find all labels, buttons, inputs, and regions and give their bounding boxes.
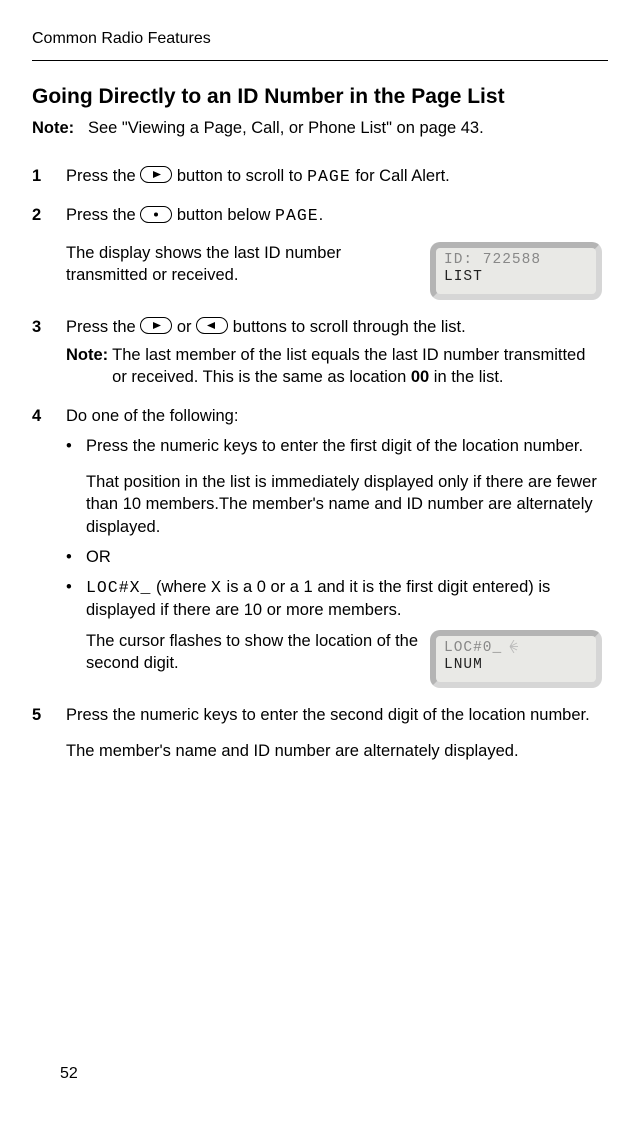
radio-display: ID: 722588 LIST bbox=[430, 242, 602, 300]
bullet-result: That position in the list is immediately… bbox=[86, 471, 602, 538]
step-text: Do one of the following: bbox=[66, 405, 602, 427]
top-note: Note: See "Viewing a Page, Call, or Phon… bbox=[32, 117, 608, 139]
step-text: button below bbox=[172, 206, 275, 224]
step-body: Press the numeric keys to enter the seco… bbox=[66, 696, 608, 771]
right-arrow-button-icon bbox=[140, 317, 172, 334]
step-text: or bbox=[172, 318, 196, 336]
bullet-text: (where bbox=[151, 578, 211, 596]
steps-table: 1 Press the button to scroll to PAGE for… bbox=[32, 157, 608, 770]
step-row: 1 Press the button to scroll to PAGE for… bbox=[32, 157, 608, 196]
display-line-2: LNUM bbox=[444, 657, 483, 673]
note-body: in the list. bbox=[429, 368, 503, 386]
running-header: Common Radio Features bbox=[32, 28, 608, 50]
step-text: for Call Alert. bbox=[351, 167, 450, 185]
note-label: Note: bbox=[66, 344, 108, 389]
step-text: Press the bbox=[66, 206, 140, 224]
bullet-text: OR bbox=[86, 546, 602, 568]
note-body: The last member of the list equals the l… bbox=[112, 346, 585, 386]
display-line-1: ID: 722588 bbox=[444, 252, 588, 269]
bullet-item: • LOC#X_ (where X is a 0 or a 1 and it i… bbox=[66, 576, 602, 688]
step-text: . bbox=[319, 206, 324, 224]
step-text: buttons to scroll through the list. bbox=[228, 318, 466, 336]
step-body: Press the or buttons to scroll through t… bbox=[66, 308, 608, 397]
page-number: 52 bbox=[60, 1063, 78, 1085]
note-bold: 00 bbox=[411, 368, 429, 386]
note-body: See "Viewing a Page, Call, or Phone List… bbox=[88, 119, 484, 137]
step-number: 3 bbox=[32, 308, 66, 397]
note-label: Note: bbox=[32, 119, 74, 137]
step-result: The display shows the last ID number tra… bbox=[66, 242, 418, 287]
bullet-dot-icon: • bbox=[66, 576, 76, 688]
code-text: PAGE bbox=[275, 206, 319, 225]
display-line-2: LIST bbox=[444, 269, 483, 285]
dot-button-icon bbox=[140, 206, 172, 223]
cursor-flash-icon bbox=[502, 640, 518, 653]
left-arrow-button-icon bbox=[196, 317, 228, 334]
bullet-text: Press the numeric keys to enter the firs… bbox=[86, 435, 602, 457]
bullet-dot-icon: • bbox=[66, 435, 76, 538]
step-row: 5 Press the numeric keys to enter the se… bbox=[32, 696, 608, 771]
code-text: PAGE bbox=[307, 167, 351, 186]
bullet-dot-icon: • bbox=[66, 546, 76, 568]
bullet-item: • OR bbox=[66, 546, 602, 568]
step-result: The member's name and ID number are alte… bbox=[66, 740, 602, 762]
step-body: Press the button below PAGE. The display… bbox=[66, 196, 608, 307]
display-line-1: LOC#0_ bbox=[444, 640, 502, 656]
step-text: button to scroll to bbox=[172, 167, 307, 185]
step-row: 2 Press the button below PAGE. The displ… bbox=[32, 196, 608, 307]
right-arrow-button-icon bbox=[140, 166, 172, 183]
step-text: Press the numeric keys to enter the seco… bbox=[66, 704, 602, 726]
bullet-result: The cursor flashes to show the location … bbox=[86, 630, 418, 675]
bullet-item: • Press the numeric keys to enter the fi… bbox=[66, 435, 602, 538]
step-number: 5 bbox=[32, 696, 66, 771]
step-row: 3 Press the or buttons to scroll through… bbox=[32, 308, 608, 397]
step-number: 1 bbox=[32, 157, 66, 196]
code-text: LOC#X_ bbox=[86, 578, 151, 597]
step-text: Press the bbox=[66, 167, 140, 185]
header-rule bbox=[32, 60, 608, 61]
radio-display: LOC#0_ LNUM bbox=[430, 630, 602, 688]
step-text: Press the bbox=[66, 318, 140, 336]
step-row: 4 Do one of the following: • Press the n… bbox=[32, 397, 608, 696]
step-body: Do one of the following: • Press the num… bbox=[66, 397, 608, 696]
step-subnote: Note: The last member of the list equals… bbox=[66, 344, 602, 389]
code-text: X bbox=[211, 578, 222, 597]
step-number: 4 bbox=[32, 397, 66, 696]
step-body: Press the button to scroll to PAGE for C… bbox=[66, 157, 608, 196]
page-title: Going Directly to an ID Number in the Pa… bbox=[32, 83, 608, 111]
step-number: 2 bbox=[32, 196, 66, 307]
